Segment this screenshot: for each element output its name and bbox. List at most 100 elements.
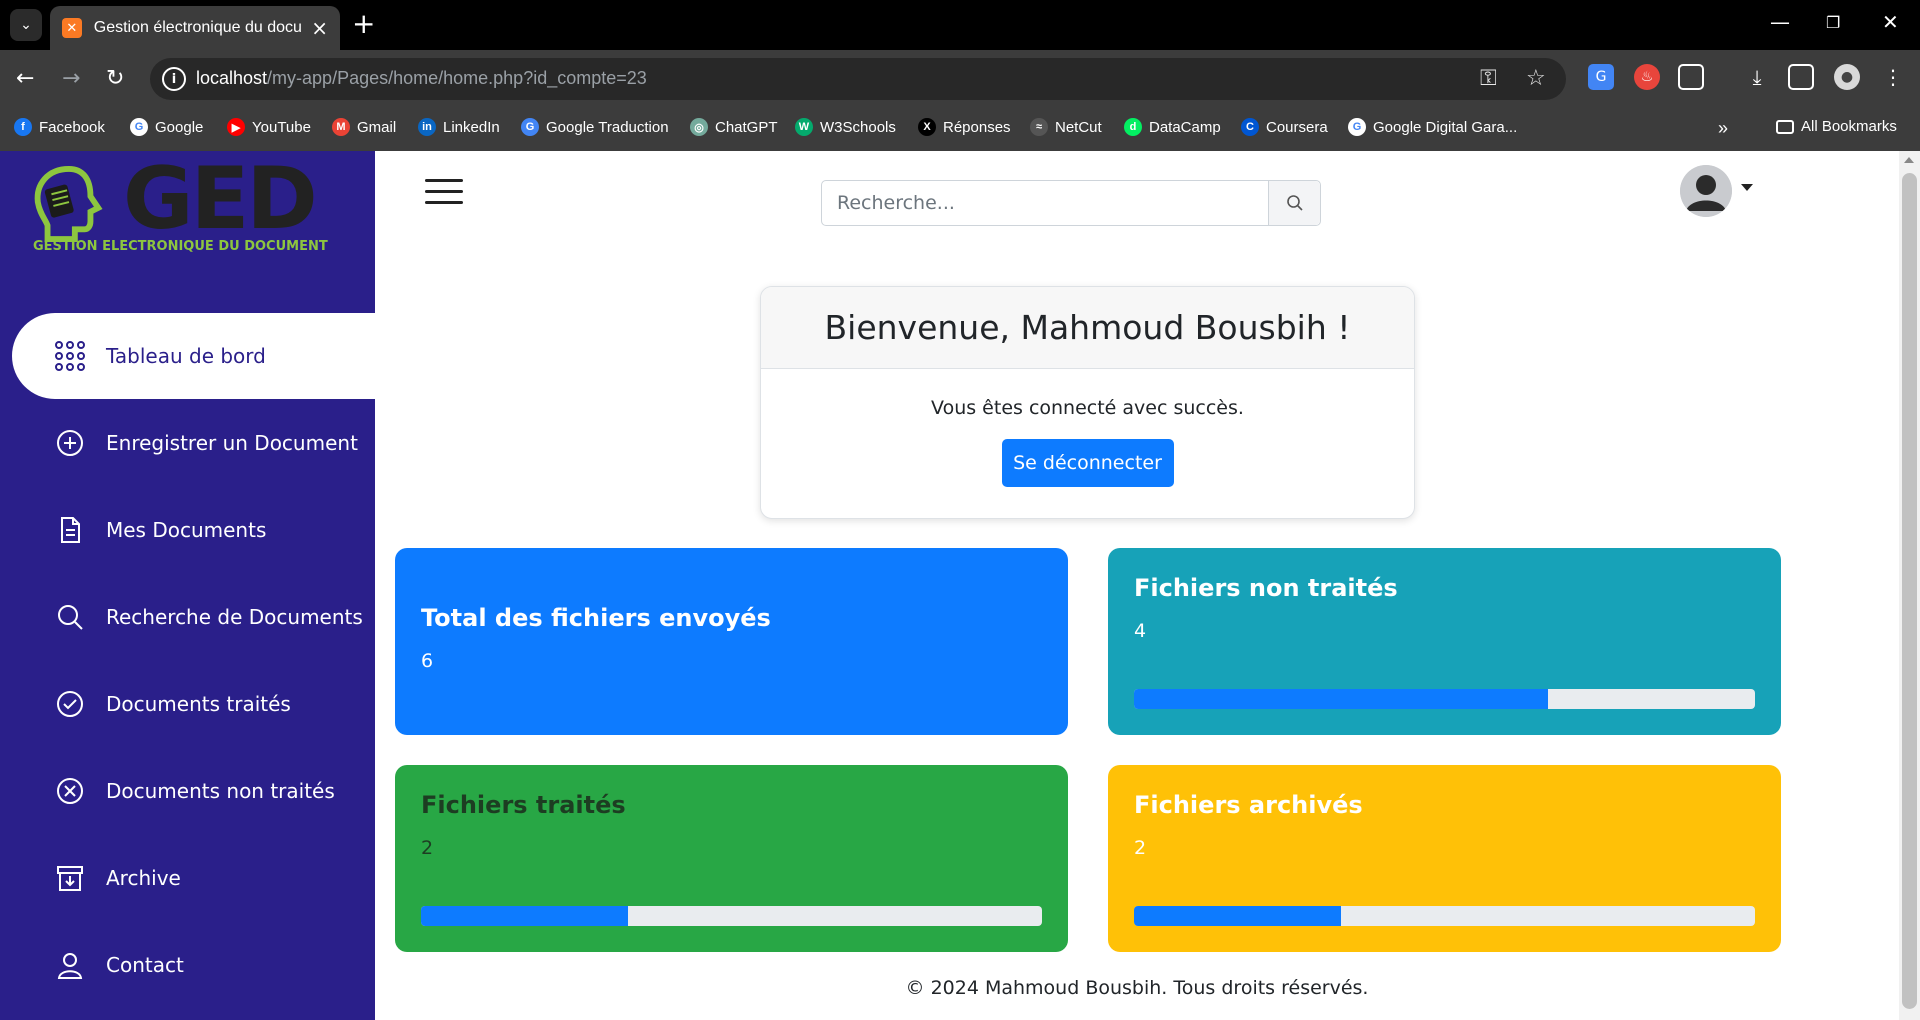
bookmark-label: YouTube	[252, 118, 311, 136]
footer-copyright: © 2024 Mahmoud Bousbih. Tous droits rése…	[905, 977, 1369, 999]
sidebar-item-label: Enregistrer un Document	[106, 431, 358, 455]
x-icon: X	[918, 118, 936, 136]
logo-subtitle: GESTION ELECTRONIQUE DU DOCUMENT	[33, 239, 328, 254]
translate-extension-icon[interactable]: G	[1588, 64, 1614, 90]
restore-button[interactable]: ❐	[1826, 13, 1840, 32]
head-document-logo-icon	[34, 165, 103, 243]
bookmark-gmail[interactable]: M Gmail	[332, 118, 396, 136]
bookmark-linkedin[interactable]: in LinkedIn	[418, 118, 500, 136]
bookmark-label: LinkedIn	[443, 118, 500, 136]
sidebar-item-documents-non-traites[interactable]: Documents non traités	[12, 748, 375, 834]
browser-tab-active[interactable]: ✕ Gestion électronique du docum ×	[50, 6, 340, 50]
search-icon	[1286, 195, 1303, 211]
fire-extension-icon[interactable]: ♨	[1634, 64, 1660, 90]
document-icon	[54, 514, 86, 546]
welcome-title: Bienvenue, Mahmoud Bousbih !	[761, 287, 1414, 369]
bookmark-coursera[interactable]: C Coursera	[1241, 118, 1328, 136]
progress-fill	[421, 906, 628, 926]
back-button[interactable]: ←	[16, 65, 34, 93]
xampp-favicon-icon: ✕	[62, 18, 82, 38]
window-close-button[interactable]: ✕	[1882, 10, 1899, 34]
browser-menu-icon[interactable]: ⋮	[1880, 64, 1906, 90]
profile-avatar-icon[interactable]: ●	[1834, 64, 1860, 90]
minimize-button[interactable]: —	[1770, 10, 1790, 34]
welcome-message: Vous êtes connecté avec succès.	[931, 397, 1244, 419]
sidebar-item-documents-traites[interactable]: Documents traités	[12, 661, 375, 747]
bookmark-chatgpt[interactable]: ◎ ChatGPT	[690, 118, 778, 136]
bookmark-google-digital-gara[interactable]: G Google Digital Gara...	[1348, 118, 1517, 136]
all-bookmarks-folder[interactable]: All Bookmarks	[1776, 118, 1897, 135]
datacamp-icon: d	[1124, 118, 1142, 136]
stat-value: 4	[1134, 620, 1147, 642]
tab-search-button[interactable]: ⌄	[10, 9, 42, 41]
progress-bar	[1134, 906, 1755, 926]
url-path: /my-app/Pages/home/home.php?id_compte=23	[267, 68, 647, 88]
stat-title: Total des fichiers envoyés	[421, 604, 771, 632]
stat-value: 6	[421, 650, 434, 672]
sidebar-item-label: Mes Documents	[106, 518, 267, 542]
sidebar-item-recherche-de-documents[interactable]: Recherche de Documents	[12, 574, 375, 660]
youtube-icon: ▶	[227, 118, 245, 136]
search-button[interactable]	[1268, 181, 1320, 225]
sidebar-item-enregistrer-un-document[interactable]: Enregistrer un Document	[12, 400, 375, 486]
browser-tab-bar: ⌄ ✕ Gestion électronique du docum × + — …	[0, 0, 1920, 50]
search-input[interactable]	[822, 181, 1268, 225]
sidebar-item-archive[interactable]: Archive	[12, 835, 375, 921]
facebook-icon: f	[14, 118, 32, 136]
stat-title: Fichiers non traités	[1134, 574, 1398, 602]
sidebar-item-label: Contact	[106, 953, 184, 977]
site-info-icon[interactable]: i	[162, 67, 186, 91]
sidebar: GED GESTION ELECTRONIQUE DU DOCUMENT Tab…	[0, 149, 375, 1020]
reload-button[interactable]: ↻	[106, 65, 124, 93]
archive-icon	[54, 862, 86, 894]
folder-icon	[1776, 119, 1794, 134]
bookmark-label: Facebook	[39, 118, 105, 136]
bookmark-label: Google Digital Gara...	[1373, 118, 1518, 136]
address-bar[interactable]: i localhost/my-app/Pages/home/home.php?i…	[150, 58, 1566, 100]
scrollbar-thumb[interactable]	[1902, 173, 1917, 1009]
forward-button[interactable]: →	[62, 65, 80, 93]
extensions-puzzle-icon[interactable]	[1678, 64, 1704, 90]
stat-card-archives: Fichiers archivés 2	[1108, 765, 1781, 952]
tab-close-icon[interactable]: ×	[311, 16, 328, 40]
bookmark-star-icon[interactable]: ☆	[1526, 66, 1546, 91]
sidebar-item-label: Documents non traités	[106, 779, 335, 803]
bookmark-label: W3Schools	[820, 118, 896, 136]
check-circle-icon	[54, 688, 86, 720]
bookmark-netcut[interactable]: ≈ NetCut	[1030, 118, 1102, 136]
user-avatar[interactable]	[1680, 165, 1732, 217]
x-circle-icon	[54, 775, 86, 807]
sidebar-item-mes-documents[interactable]: Mes Documents	[12, 487, 375, 573]
new-tab-button[interactable]: +	[352, 10, 375, 38]
hamburger-menu-icon[interactable]	[425, 179, 463, 205]
sidebar-item-tableau-de-bord[interactable]: Tableau de bord	[12, 313, 375, 399]
tab-title: Gestion électronique du docum	[93, 19, 302, 36]
download-icon[interactable]: ⤓	[1744, 64, 1770, 90]
bookmark-google[interactable]: G Google	[130, 118, 203, 136]
url-text[interactable]: localhost/my-app/Pages/home/home.php?id_…	[196, 68, 647, 89]
bookmark-facebook[interactable]: f Facebook	[14, 118, 105, 136]
browser-toolbar: ← → ↻ i localhost/my-app/Pages/home/home…	[0, 50, 1920, 108]
more-bookmarks-icon[interactable]: »	[1718, 118, 1728, 139]
stat-value: 2	[421, 837, 434, 859]
w3schools-icon: W	[795, 118, 813, 136]
bookmark-google-traduction[interactable]: G Google Traduction	[521, 118, 669, 136]
sidebar-item-label: Documents traités	[106, 692, 291, 716]
user-dropdown-caret-icon[interactable]	[1741, 184, 1753, 191]
bookmark-youtube[interactable]: ▶ YouTube	[227, 118, 311, 136]
bookmark-datacamp[interactable]: d DataCamp	[1124, 118, 1221, 136]
progress-bar	[421, 906, 1042, 926]
main-content: Bienvenue, Mahmoud Bousbih ! Vous êtes c…	[375, 151, 1899, 1020]
bookmark-w3schools[interactable]: W W3Schools	[795, 118, 896, 136]
page-scrollbar[interactable]	[1899, 151, 1920, 1020]
stat-title: Fichiers traités	[421, 791, 626, 819]
bookmark-label: Coursera	[1266, 118, 1328, 136]
password-key-icon[interactable]: ⚿	[1480, 66, 1497, 91]
sidebar-item-contact[interactable]: Contact	[12, 922, 375, 1008]
side-panel-icon[interactable]	[1788, 64, 1814, 90]
ged-logo: GED GESTION ELECTRONIQUE DU DOCUMENT	[28, 149, 328, 254]
scroll-up-arrow-icon[interactable]	[1904, 157, 1914, 163]
bookmark-r-ponses[interactable]: X Réponses	[918, 118, 1011, 136]
user-icon	[54, 949, 86, 981]
logout-button[interactable]: Se déconnecter	[1001, 439, 1174, 487]
